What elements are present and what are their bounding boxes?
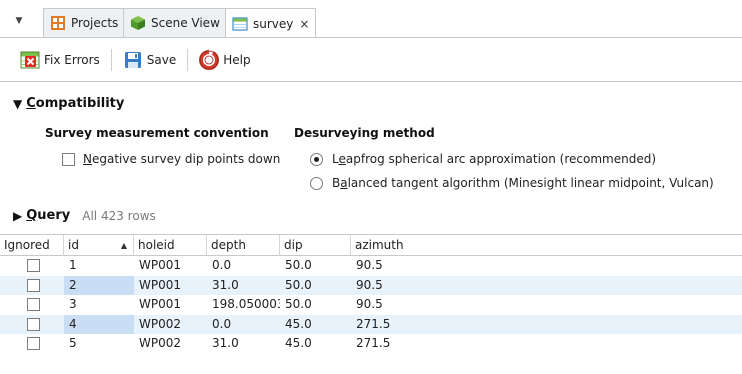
leapfrog-radio-label: Leapfrog spherical arc approximation (re… (332, 152, 657, 166)
ignored-checkbox[interactable] (27, 259, 40, 273)
ignored-checkbox[interactable] (27, 278, 40, 292)
table-icon (232, 16, 248, 32)
query-title: Query (26, 208, 71, 223)
azimuth-cell[interactable]: 271.5 (351, 315, 742, 335)
tab-scene-view[interactable]: Scene View (123, 8, 227, 37)
ignored-checkbox[interactable] (27, 317, 40, 331)
ignored-checkbox[interactable] (27, 298, 40, 312)
dip-cell[interactable]: 50.0 (280, 256, 351, 276)
ignored-cell[interactable] (0, 315, 64, 335)
column-header-holeid[interactable]: holeid (134, 235, 207, 256)
radio-unselected[interactable] (310, 176, 323, 190)
close-icon[interactable]: × (299, 17, 309, 31)
help-label: Help (223, 52, 251, 67)
row-count-label: All 423 rows (82, 208, 156, 223)
holeid-cell[interactable]: WP002 (134, 315, 207, 335)
compatibility-title: Compatibility (26, 96, 125, 111)
toolbar: Fix Errors Save Help (0, 37, 742, 82)
table-row[interactable]: 3 WP001 198.050003 50.0 90.5 (0, 295, 742, 315)
collapse-arrow-icon: ▶ (13, 208, 23, 223)
fix-errors-icon (20, 50, 40, 70)
dip-cell[interactable]: 45.0 (280, 334, 351, 354)
cube-icon (130, 15, 146, 31)
ignored-cell[interactable] (0, 334, 64, 354)
projects-grid-icon (50, 15, 66, 31)
id-cell[interactable]: 1 (64, 256, 134, 276)
azimuth-cell[interactable]: 90.5 (351, 256, 742, 276)
survey-table: Ignored id ▲ holeid depth dip azimuth 1 W… (0, 234, 742, 354)
azimuth-cell[interactable]: 90.5 (351, 295, 742, 315)
tab-label: survey (253, 16, 294, 31)
sort-ascending-icon: ▲ (120, 241, 127, 250)
column-header-azimuth[interactable]: azimuth (351, 235, 742, 256)
holeid-cell[interactable]: WP001 (134, 276, 207, 296)
id-cell[interactable]: 4 (64, 314, 134, 334)
dip-cell[interactable]: 45.0 (280, 315, 351, 335)
save-button[interactable]: Save (117, 46, 182, 74)
table-row[interactable]: 5 WP002 31.0 45.0 271.5 (0, 334, 742, 354)
tab-survey[interactable]: survey × (225, 8, 317, 38)
fix-errors-label: Fix Errors (44, 52, 100, 67)
holeid-cell[interactable]: WP001 (134, 295, 207, 315)
dip-cell[interactable]: 50.0 (280, 295, 351, 315)
depth-cell[interactable]: 198.050003 (207, 295, 280, 315)
column-header-id[interactable]: id ▲ (64, 235, 134, 256)
query-section-toggle[interactable]: ▶ Query All 423 rows (13, 208, 156, 223)
azimuth-cell[interactable]: 90.5 (351, 276, 742, 296)
tab-label: Scene View (151, 16, 220, 30)
toolbar-divider (187, 48, 189, 71)
id-cell[interactable]: 3 (64, 295, 134, 315)
column-header-dip[interactable]: dip (280, 235, 351, 256)
survey-convention-title: Survey measurement convention (45, 126, 269, 140)
holeid-cell[interactable]: WP001 (134, 256, 207, 276)
radio-selected[interactable] (310, 152, 323, 166)
ignored-cell[interactable] (0, 295, 64, 315)
dip-cell[interactable]: 50.0 (280, 276, 351, 296)
column-header-depth[interactable]: depth (207, 235, 280, 256)
negative-dip-checkbox[interactable]: Negative survey dip points down (62, 152, 280, 166)
floppy-disk-icon (123, 50, 143, 70)
expand-arrow-icon: ▼ (13, 96, 23, 111)
holeid-cell[interactable]: WP002 (134, 334, 207, 354)
ignored-cell[interactable] (0, 276, 64, 296)
leapfrog-radio[interactable]: Leapfrog spherical arc approximation (re… (310, 152, 656, 166)
table-row[interactable]: 2 WP001 31.0 50.0 90.5 (0, 275, 742, 296)
ignored-checkbox[interactable] (27, 337, 40, 351)
lifebuoy-icon (199, 49, 220, 70)
save-label: Save (146, 52, 177, 67)
checkbox[interactable] (62, 152, 75, 166)
compatibility-section-toggle[interactable]: ▼ Compatibility (13, 96, 124, 111)
depth-cell[interactable]: 0.0 (207, 256, 280, 276)
balanced-tangent-radio[interactable]: Balanced tangent algorithm (Minesight li… (310, 176, 714, 190)
help-button[interactable]: Help (193, 46, 256, 74)
tab-label: Projects (71, 16, 119, 30)
column-header-ignored[interactable]: Ignored (0, 235, 64, 256)
tab-projects[interactable]: Projects (43, 8, 126, 37)
table-header: Ignored id ▲ holeid depth dip azimuth (0, 234, 742, 256)
depth-cell[interactable]: 31.0 (207, 276, 280, 296)
table-row[interactable]: 4 WP002 0.0 45.0 271.5 (0, 314, 742, 335)
depth-cell[interactable]: 0.0 (207, 315, 280, 335)
table-row[interactable]: 1 WP001 0.0 50.0 90.5 (0, 256, 742, 276)
tab-strip: ▼ Projects Scene View survey × (0, 0, 742, 38)
toolbar-divider (110, 48, 112, 71)
azimuth-cell[interactable]: 271.5 (351, 334, 742, 354)
id-cell[interactable]: 5 (64, 334, 134, 354)
balanced-tangent-radio-label: Balanced tangent algorithm (Minesight li… (332, 176, 714, 190)
tab-list-dropdown[interactable]: ▼ (11, 11, 27, 31)
negative-dip-label: Negative survey dip points down (83, 152, 281, 166)
depth-cell[interactable]: 31.0 (207, 334, 280, 354)
ignored-cell[interactable] (0, 256, 64, 276)
desurveying-method-title: Desurveying method (294, 126, 435, 140)
fix-errors-button[interactable]: Fix Errors (14, 46, 106, 74)
id-cell[interactable]: 2 (64, 275, 134, 295)
